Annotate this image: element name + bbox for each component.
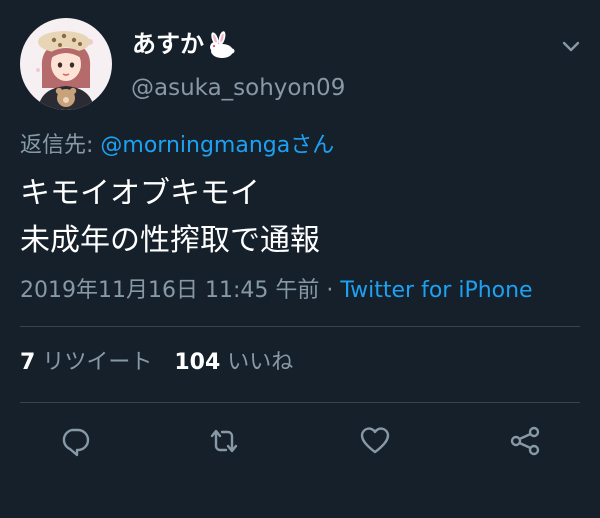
likes-stat[interactable]: 104 いいね [174, 347, 293, 379]
mention-handle: @morningmanga [100, 133, 291, 158]
retweet-icon[interactable] [207, 424, 241, 458]
likes-count: 104 [174, 350, 221, 375]
retweets-label: リツイート [42, 350, 153, 375]
chevron-down-icon[interactable] [558, 34, 584, 58]
reply-prefix: 返信先: [20, 133, 101, 158]
tweet-text: キモイオブキモイ 未成年の性搾取で通報 [20, 170, 320, 264]
display-name-text: あすか [132, 30, 204, 58]
timestamp[interactable]: 2019年11月16日 11:45 午前 [20, 278, 319, 303]
tweet-meta: 2019年11月16日 11:45 午前 · Twitter for iPhon… [20, 275, 533, 307]
tweet-stats: 7 リツイート 104 いいね [20, 347, 293, 379]
divider [20, 402, 580, 403]
tweet-text-line: 未成年の性搾取で通報 [20, 223, 320, 258]
divider [20, 326, 580, 327]
tweet-detail: あすか @asuka_sohyon09 返信先: @morningmangaさん… [0, 0, 600, 518]
reply-icon[interactable] [58, 424, 92, 458]
tweet-text-line: キモイオブキモイ [20, 176, 260, 211]
retweets-stat[interactable]: 7 リツイート [20, 347, 152, 379]
display-name[interactable]: あすか [132, 28, 236, 60]
meta-separator: · [319, 278, 341, 303]
rabbit-icon [210, 31, 235, 58]
user-handle[interactable]: @asuka_sohyon09 [131, 72, 345, 104]
reply-context: 返信先: @morningmangaさん [20, 130, 334, 162]
avatar[interactable] [20, 18, 112, 110]
share-icon[interactable] [508, 424, 542, 458]
likes-label: いいね [227, 350, 294, 375]
reply-mention-link[interactable]: @morningmangaさん [100, 133, 334, 158]
source-link[interactable]: Twitter for iPhone [340, 278, 532, 303]
like-icon[interactable] [358, 424, 392, 458]
mention-suffix: さん [290, 133, 335, 158]
retweets-count: 7 [20, 350, 36, 375]
